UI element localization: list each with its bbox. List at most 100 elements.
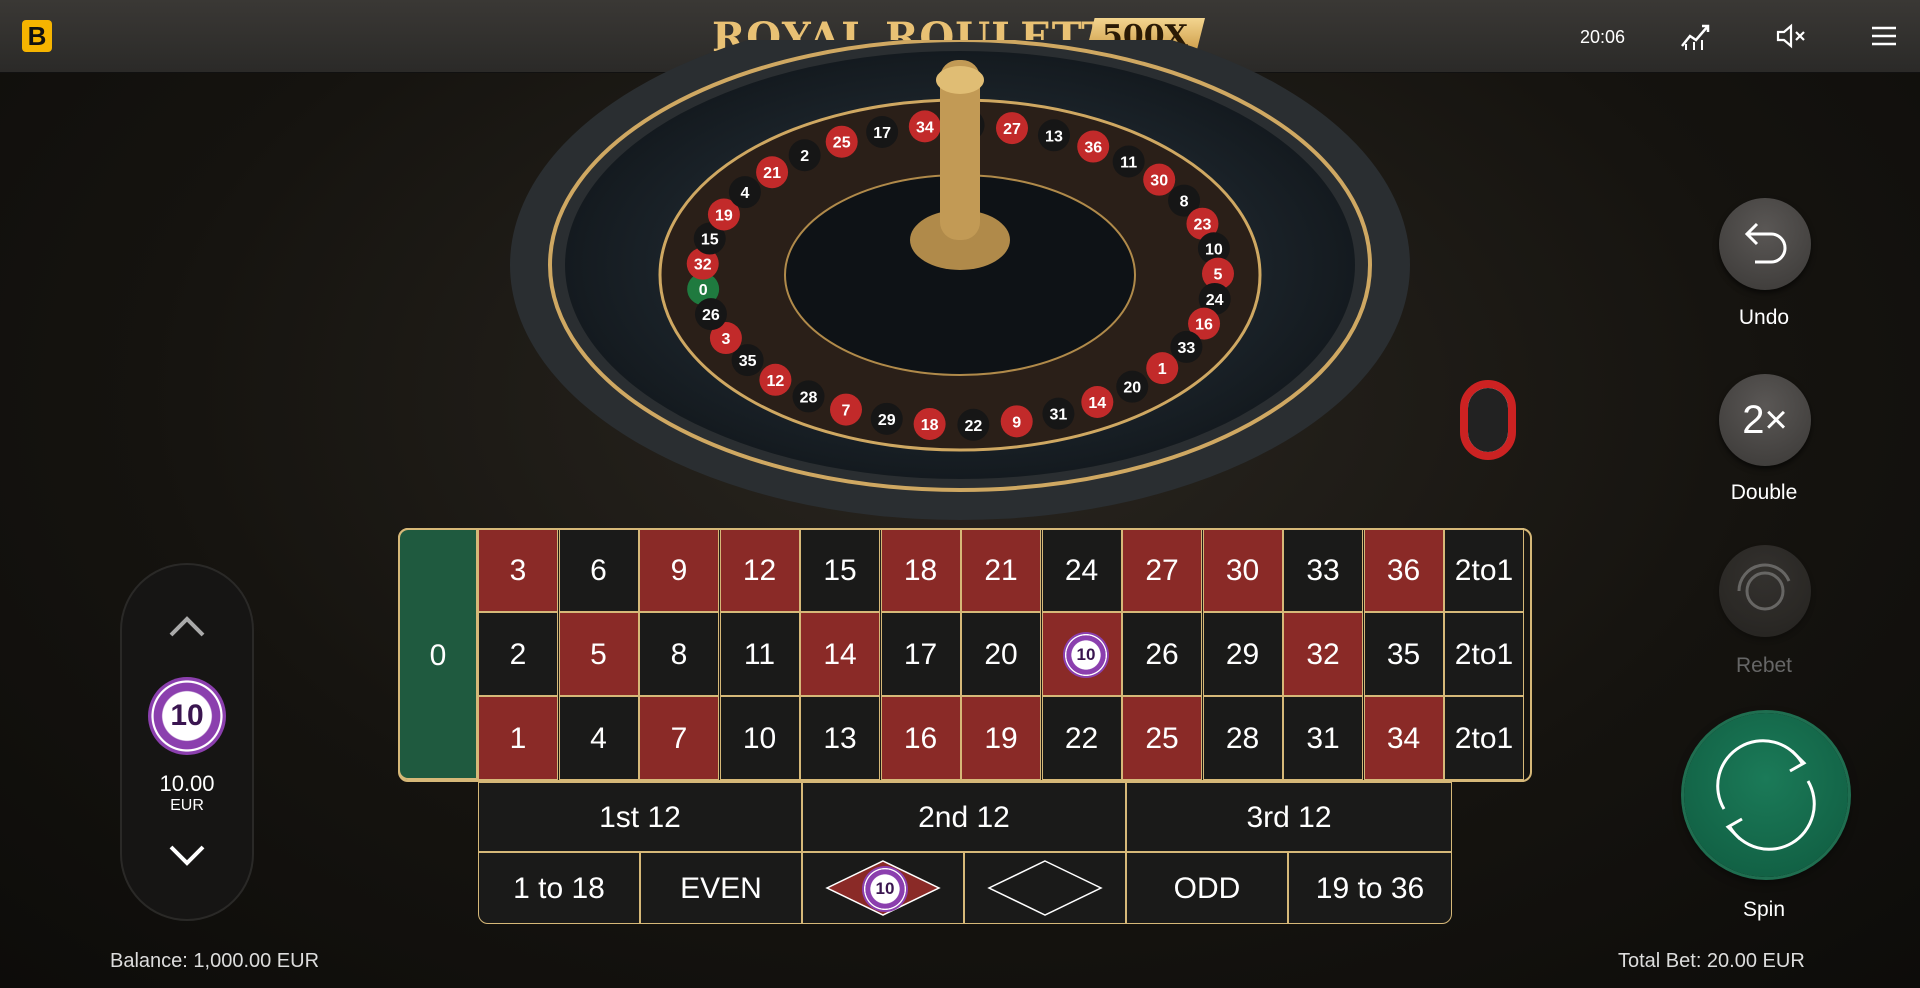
number-cell-30[interactable]: 30 bbox=[1202, 528, 1283, 612]
bet-even[interactable]: EVEN bbox=[640, 852, 802, 924]
wheel-number: 33 bbox=[1178, 340, 1196, 357]
spin-button[interactable] bbox=[1684, 713, 1848, 877]
wheel-number: 26 bbox=[702, 307, 720, 324]
number-cell-24[interactable]: 24 bbox=[1041, 528, 1122, 612]
sound-muted-icon[interactable] bbox=[1774, 18, 1810, 54]
bet-1-to-18[interactable]: 1 to 18 bbox=[478, 852, 640, 924]
wheel-number: 36 bbox=[1084, 140, 1102, 157]
undo-label: Undo bbox=[1738, 306, 1790, 329]
stats-icon[interactable] bbox=[1678, 18, 1714, 54]
number-cell-26[interactable]: 26 bbox=[1122, 612, 1202, 696]
selected-chip[interactable]: 10 bbox=[148, 677, 226, 755]
menu-icon[interactable] bbox=[1866, 18, 1902, 54]
number-cell-33[interactable]: 33 bbox=[1283, 528, 1363, 612]
spin-icon bbox=[1716, 739, 1816, 851]
rebet-icon bbox=[1737, 563, 1791, 611]
number-cell-29[interactable]: 29 bbox=[1202, 612, 1283, 696]
chip-selector: 10 10.00 EUR bbox=[120, 563, 254, 921]
wheel-number: 8 bbox=[1180, 194, 1189, 211]
wheel-number: 27 bbox=[1003, 121, 1021, 138]
number-cell-15[interactable]: 15 bbox=[800, 528, 880, 612]
number-cell-12[interactable]: 12 bbox=[719, 528, 800, 612]
undo-icon bbox=[1744, 222, 1787, 264]
number-cell-32[interactable]: 32 bbox=[1283, 612, 1363, 696]
undo-button[interactable] bbox=[1719, 198, 1811, 290]
column-bet-3[interactable]: 2to1 bbox=[1444, 528, 1524, 612]
wheel-number: 28 bbox=[800, 389, 818, 406]
number-cell-18[interactable]: 18 bbox=[880, 528, 961, 612]
number-cell-25[interactable]: 25 bbox=[1122, 696, 1202, 780]
number-cell-9[interactable]: 9 bbox=[639, 528, 719, 612]
last-result-marker: 0 bbox=[1460, 380, 1516, 460]
number-cell-0[interactable]: 0 bbox=[398, 528, 478, 780]
number-cell-6[interactable]: 6 bbox=[558, 528, 639, 612]
number-cell-14[interactable]: 14 bbox=[800, 612, 880, 696]
wheel-number: 0 bbox=[699, 282, 708, 299]
wheel-number: 4 bbox=[740, 185, 749, 202]
number-cell-7[interactable]: 7 bbox=[639, 696, 719, 780]
number-cell-34[interactable]: 34 bbox=[1363, 696, 1444, 780]
number-cell-28[interactable]: 28 bbox=[1202, 696, 1283, 780]
number-cell-8[interactable]: 8 bbox=[639, 612, 719, 696]
placed-chip[interactable]: 10 bbox=[1063, 632, 1109, 678]
number-cell-4[interactable]: 4 bbox=[558, 696, 639, 780]
wheel-number: 29 bbox=[878, 412, 896, 429]
dozen-3rd[interactable]: 3rd 12 bbox=[1126, 782, 1452, 852]
wheel-number: 3 bbox=[721, 331, 730, 348]
placed-chip[interactable]: 10 bbox=[862, 866, 908, 912]
number-cell-19[interactable]: 19 bbox=[961, 696, 1041, 780]
number-cell-17[interactable]: 17 bbox=[880, 612, 961, 696]
wheel-number: 35 bbox=[739, 353, 757, 370]
wheel-number: 20 bbox=[1123, 380, 1141, 397]
number-cell-27[interactable]: 27 bbox=[1122, 528, 1202, 612]
wheel-number: 22 bbox=[964, 418, 982, 435]
bet-19-to-36[interactable]: 19 to 36 bbox=[1288, 852, 1452, 924]
number-cell-11[interactable]: 11 bbox=[719, 612, 800, 696]
number-cell-20[interactable]: 20 bbox=[961, 612, 1041, 696]
dozen-1st[interactable]: 1st 12 bbox=[478, 782, 802, 852]
number-cell-16[interactable]: 16 bbox=[880, 696, 961, 780]
rebet-button[interactable] bbox=[1719, 545, 1811, 637]
wheel-number: 2 bbox=[800, 148, 809, 165]
number-cell-22[interactable]: 22 bbox=[1041, 696, 1122, 780]
wheel-number: 5 bbox=[1214, 267, 1223, 284]
wheel-number: 1 bbox=[1158, 361, 1167, 378]
last-result: 0 bbox=[1468, 388, 1508, 452]
black-diamond-icon bbox=[987, 860, 1103, 916]
wheel-number: 21 bbox=[763, 165, 781, 182]
number-cell-36[interactable]: 36 bbox=[1363, 528, 1444, 612]
clock: 20:06 bbox=[1580, 27, 1626, 47]
roulette-wheel: 0321519421225173462713361130823105241633… bbox=[510, 40, 1410, 520]
wheel-number: 13 bbox=[1045, 128, 1063, 145]
number-cell-31[interactable]: 31 bbox=[1283, 696, 1363, 780]
dozen-2nd[interactable]: 2nd 12 bbox=[802, 782, 1126, 852]
column-bet-2[interactable]: 2to1 bbox=[1444, 612, 1524, 696]
wheel-number: 9 bbox=[1012, 414, 1021, 431]
wheel-number: 18 bbox=[921, 417, 939, 434]
wheel-number: 11 bbox=[1120, 154, 1137, 171]
bet-black[interactable] bbox=[964, 852, 1126, 924]
brand-logo: B bbox=[22, 20, 52, 52]
number-cell-21[interactable]: 21 bbox=[961, 528, 1041, 612]
balance: Balance: 1,000.00 EUR bbox=[110, 950, 320, 972]
chip-currency: EUR bbox=[170, 797, 204, 814]
bet-odd[interactable]: ODD bbox=[1126, 852, 1288, 924]
double-button[interactable]: 2× bbox=[1719, 374, 1811, 466]
number-cell-5[interactable]: 5 bbox=[558, 612, 639, 696]
wheel-number: 30 bbox=[1150, 173, 1168, 190]
spin-label: Spin bbox=[1742, 898, 1786, 921]
chevron-up-icon[interactable] bbox=[165, 613, 209, 641]
wheel-number: 32 bbox=[694, 257, 712, 274]
number-cell-35[interactable]: 35 bbox=[1363, 612, 1444, 696]
column-bet-1[interactable]: 2to1 bbox=[1444, 696, 1524, 780]
double-label: Double bbox=[1730, 481, 1798, 504]
number-cell-2[interactable]: 2 bbox=[478, 612, 558, 696]
wheel-number: 23 bbox=[1194, 217, 1212, 234]
wheel-number: 12 bbox=[767, 373, 785, 390]
wheel-number: 25 bbox=[833, 135, 851, 152]
number-cell-3[interactable]: 3 bbox=[478, 528, 558, 612]
number-cell-13[interactable]: 13 bbox=[800, 696, 880, 780]
chevron-down-icon[interactable] bbox=[165, 841, 209, 869]
number-cell-10[interactable]: 10 bbox=[719, 696, 800, 780]
number-cell-1[interactable]: 1 bbox=[478, 696, 558, 780]
